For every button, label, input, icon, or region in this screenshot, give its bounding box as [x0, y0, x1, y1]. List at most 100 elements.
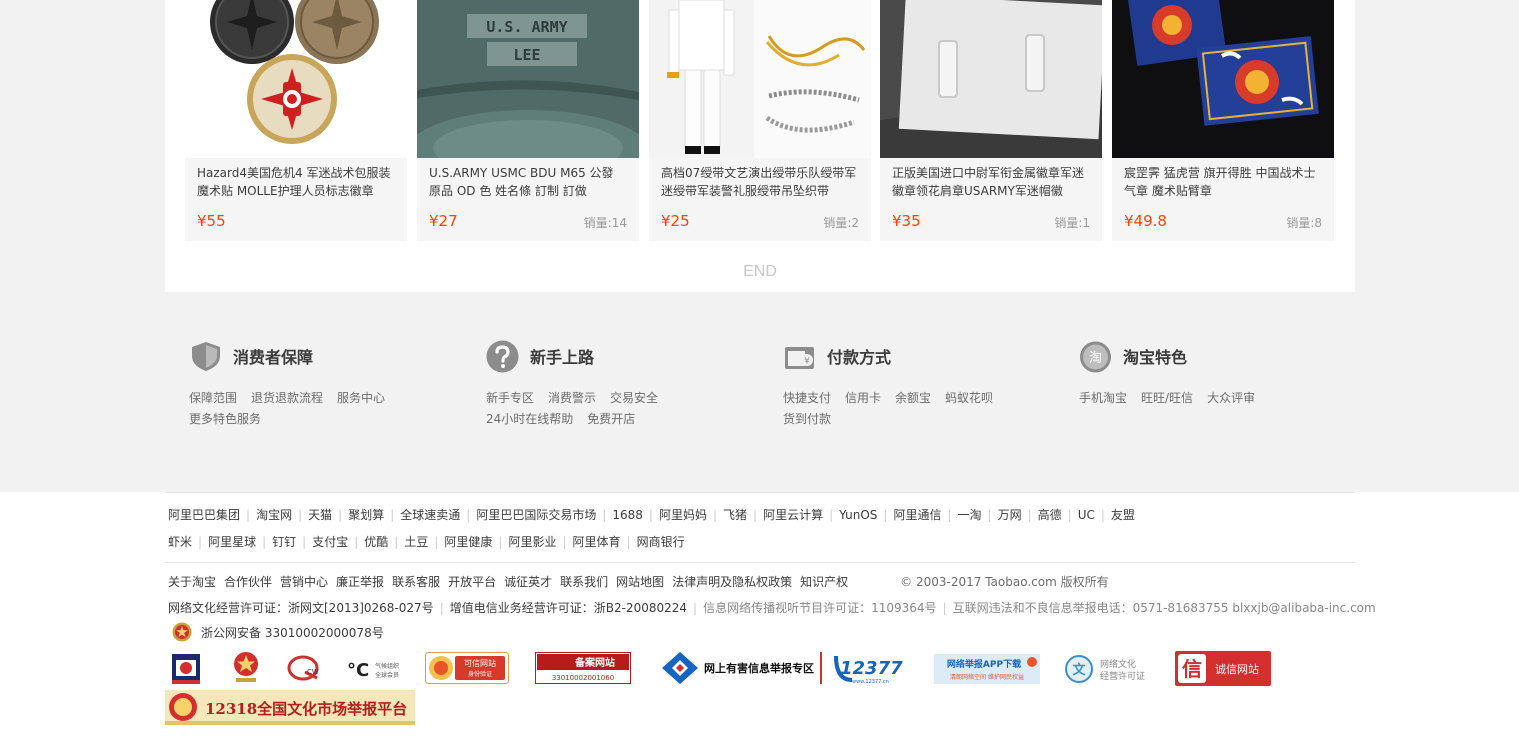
group-link[interactable]: 阿里妈妈 — [659, 508, 707, 522]
group-link[interactable]: 阿里影业 — [508, 535, 556, 549]
svg-text:气候组织: 气候组织 — [375, 662, 399, 670]
service-link[interactable]: 快捷支付 — [783, 388, 831, 409]
group-link[interactable]: 友盟 — [1111, 508, 1135, 522]
group-link[interactable]: 阿里通信 — [893, 508, 941, 522]
service-link[interactable]: 退货退款流程 — [251, 388, 323, 409]
about-link[interactable]: 关于淘宝 — [168, 575, 216, 589]
group-link[interactable]: 飞猪 — [723, 508, 747, 522]
group-link[interactable]: UC — [1078, 508, 1095, 522]
group-link[interactable]: 阿里健康 — [444, 535, 492, 549]
kexin-website-badge[interactable]: 可信网站 身份验证 — [425, 652, 509, 688]
service-link[interactable]: 保障范围 — [189, 388, 237, 409]
industry-emblem-icon[interactable] — [230, 650, 262, 690]
product-title[interactable]: 高档07绶带文艺演出绶带乐队绶带军迷绶带军装警礼服绶带吊坠织带 — [661, 164, 861, 200]
12377-badge[interactable]: 12377 www.12377.cn — [832, 650, 908, 690]
product-card[interactable]: U.S. ARMY LEE U.S.ARMY USMC BDU M65 公發 原… — [417, 0, 639, 241]
license-report-phone: 互联网违法和不良信息举报电话：0571-81683755 blxxjb@alib… — [952, 601, 1376, 615]
service-link[interactable]: 旺旺/旺信 — [1141, 388, 1193, 409]
group-link[interactable]: 高德 — [1038, 508, 1062, 522]
about-link[interactable]: 知识产权 — [800, 575, 848, 589]
product-title[interactable]: Hazard4美国危机4 军迷战术包服装魔术贴 MOLLE护理人员标志徽章 — [197, 164, 397, 200]
svg-text:文: 文 — [1072, 662, 1086, 678]
product-image[interactable]: U.S. ARMY LEE — [417, 0, 639, 158]
service-link[interactable]: 消费警示 — [548, 388, 596, 409]
group-link[interactable]: 阿里云计算 — [763, 508, 823, 522]
group-link[interactable]: 淘宝网 — [256, 508, 292, 522]
product-image[interactable] — [880, 0, 1102, 158]
product-card[interactable]: 宸罡霁 猛虎营 旗开得胜 中国战术士气章 魔术贴臂章 ¥49.8 销量:8 — [1112, 0, 1334, 241]
about-link[interactable]: 联系客服 — [392, 575, 440, 589]
beian-text[interactable]: 浙公网安备 33010002000078号 — [201, 624, 384, 641]
harmful-info-report-badge[interactable]: 网上有害信息举报专区 — [662, 650, 822, 690]
list-end-label: END — [743, 263, 777, 280]
product-card[interactable]: Hazard4美国危机4 军迷战术包服装魔术贴 MOLLE护理人员标志徽章 ¥5… — [185, 0, 407, 241]
service-link[interactable]: 服务中心 — [337, 388, 385, 409]
service-link[interactable]: 免费开店 — [587, 409, 635, 430]
product-image[interactable] — [649, 0, 871, 158]
product-card[interactable]: 高档07绶带文艺演出绶带乐队绶带军迷绶带军装警礼服绶带吊坠织带 ¥25 销量:2 — [649, 0, 871, 241]
network-culture-license-badge[interactable]: 文 网络文化 经营许可证 — [1064, 654, 1150, 688]
group-link[interactable]: 天猫 — [308, 508, 332, 522]
group-link[interactable]: 一淘 — [958, 508, 982, 522]
license-culture[interactable]: 网络文化经营许可证：浙网文[2013]0268-027号 — [168, 601, 434, 615]
12318-culture-market-report-badge[interactable]: 12318全国文化市场举报平台 — [165, 690, 415, 729]
service-link[interactable]: 信用卡 — [845, 388, 881, 409]
svg-text:CW: CW — [307, 668, 319, 676]
group-link[interactable]: 网商银行 — [637, 535, 685, 549]
product-card[interactable]: 正版美国进口中尉军衔金属徽章军迷徽章领花肩章USARMY军迷帽徽 ¥35 销量:… — [880, 0, 1102, 241]
svg-text:信: 信 — [1182, 657, 1202, 681]
group-link[interactable]: 虾米 — [168, 535, 192, 549]
group-link[interactable]: 1688 — [612, 508, 643, 522]
product-image[interactable] — [185, 0, 407, 158]
service-link[interactable]: 货到付款 — [783, 409, 831, 430]
group-link[interactable]: 全球速卖通 — [400, 508, 460, 522]
police-emblem-icon — [172, 622, 192, 642]
group-link[interactable]: 阿里星球 — [208, 535, 256, 549]
service-link[interactable]: 24小时在线帮助 — [486, 409, 573, 430]
service-link[interactable]: 手机淘宝 — [1079, 388, 1127, 409]
group-link[interactable]: 万网 — [998, 508, 1022, 522]
about-link[interactable]: 法律声明及隐私权政策 — [672, 575, 792, 589]
service-link[interactable]: 交易安全 — [610, 388, 658, 409]
service-link[interactable]: 新手专区 — [486, 388, 534, 409]
group-link[interactable]: 阿里巴巴集团 — [168, 508, 240, 522]
product-title[interactable]: 正版美国进口中尉军衔金属徽章军迷徽章领花肩章USARMY军迷帽徽 — [892, 164, 1092, 200]
climate-group-badge[interactable]: °C 气候组织 全球会员 — [347, 658, 403, 686]
about-link[interactable]: 诚征英才 — [504, 575, 552, 589]
about-link[interactable]: 联系我们 — [560, 575, 608, 589]
svg-text:°C: °C — [347, 660, 369, 681]
service-link[interactable]: 大众评审 — [1207, 388, 1255, 409]
svg-text:淘: 淘 — [1089, 351, 1102, 366]
service-link[interactable]: 余额宝 — [895, 388, 931, 409]
about-links: 关于淘宝 合作伙伴 营销中心 廉正举报 联系客服 开放平台 诚征英才 联系我们 网站地图 法律声明… — [168, 573, 1109, 590]
group-link[interactable]: 聚划算 — [348, 508, 384, 522]
product-price: ¥49.8 — [1124, 212, 1167, 230]
group-link[interactable]: 阿里巴巴国际交易市场 — [476, 508, 596, 522]
beian-website-badge[interactable]: 备案网站 33010002001060 — [535, 652, 631, 688]
group-link[interactable]: 钉钉 — [272, 535, 296, 549]
about-link[interactable]: 合作伙伴 — [224, 575, 272, 589]
group-link[interactable]: YunOS — [839, 508, 877, 522]
group-link[interactable]: 阿里体育 — [573, 535, 621, 549]
report-app-download-badge[interactable]: 网络举报APP下载 清朗网络空间 维护网民权益 — [934, 654, 1040, 688]
about-link[interactable]: 网站地图 — [616, 575, 664, 589]
service-link[interactable]: 更多特色服务 — [189, 409, 261, 430]
chengxin-website-badge[interactable]: 信 诚信网站 — [1175, 651, 1271, 690]
police-badge-icon[interactable] — [168, 652, 204, 690]
about-link[interactable]: 营销中心 — [280, 575, 328, 589]
product-list: Hazard4美国危机4 军迷战术包服装魔术贴 MOLLE护理人员标志徽章 ¥5… — [165, 0, 1355, 292]
product-image[interactable] — [1112, 0, 1334, 158]
police-beian[interactable]: 浙公网安备 33010002000078号 — [172, 622, 384, 642]
service-link[interactable]: 蚂蚁花呗 — [945, 388, 993, 409]
about-link[interactable]: 开放平台 — [448, 575, 496, 589]
product-title[interactable]: U.S.ARMY USMC BDU M65 公發 原品 OD 色 姓名條 訂制 … — [429, 164, 629, 200]
service-title: 新手上路 — [530, 348, 595, 367]
license-telecom[interactable]: 增值电信业务经营许可证：浙B2-20080224 — [450, 601, 687, 615]
about-link[interactable]: 廉正举报 — [336, 575, 384, 589]
group-link[interactable]: 土豆 — [404, 535, 428, 549]
ccw-badge-icon[interactable]: CW — [287, 654, 323, 686]
group-link[interactable]: 支付宝 — [312, 535, 348, 549]
product-title[interactable]: 宸罡霁 猛虎营 旗开得胜 中国战术士气章 魔术贴臂章 — [1124, 164, 1324, 200]
tape-text-army: U.S. ARMY — [486, 18, 567, 36]
group-link[interactable]: 优酷 — [364, 535, 388, 549]
